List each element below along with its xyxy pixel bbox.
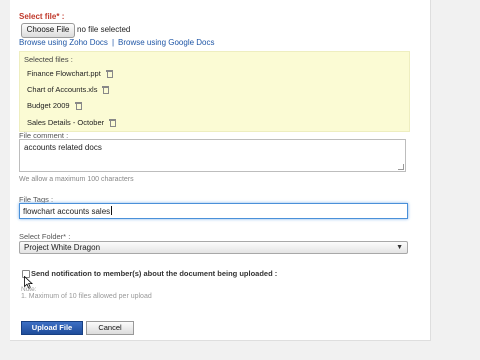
note-label: Note: (21, 286, 37, 293)
file-name: Sales Details - October (27, 118, 105, 127)
selected-file-item: Finance Flowchart.ppt (27, 69, 113, 78)
upload-file-button[interactable]: Upload File (21, 321, 83, 335)
trash-icon[interactable] (109, 119, 117, 127)
select-folder-label: Select Folder* : (19, 232, 71, 241)
link-separator: | (111, 38, 115, 47)
file-tags-input[interactable]: flowchart accounts sales (19, 203, 408, 219)
selected-file-item: Chart of Accounts.xls (27, 85, 110, 94)
browse-google-docs-link[interactable]: Browse using Google Docs (118, 38, 215, 47)
trash-icon[interactable] (105, 70, 113, 78)
no-file-selected-text: no file selected (77, 25, 131, 34)
trash-icon[interactable] (74, 102, 82, 110)
resize-handle-icon[interactable] (398, 164, 404, 170)
browse-links: Browse using Zoho Docs | Browse using Goog… (19, 38, 215, 47)
file-comment-value: accounts related docs (24, 143, 102, 152)
selected-file-item: Sales Details - October (27, 118, 117, 127)
notify-label: Send notification to member(s) about the… (31, 269, 278, 278)
browse-zoho-docs-link[interactable]: Browse using Zoho Docs (19, 38, 108, 47)
selected-files-box: Selected files : Finance Flowchart.ppt C… (19, 51, 410, 132)
text-caret (111, 206, 113, 215)
selected-file-item: Budget 2009 (27, 101, 82, 110)
file-name: Budget 2009 (27, 101, 70, 110)
file-comment-textarea[interactable]: accounts related docs (19, 139, 406, 172)
trash-icon[interactable] (102, 86, 110, 94)
cancel-button[interactable]: Cancel (86, 321, 134, 335)
selected-files-title: Selected files : (24, 55, 73, 64)
folder-select-value: Project White Dragon (24, 243, 101, 252)
comment-hint: We allow a maximum 100 characters (19, 176, 134, 183)
file-tags-value: flowchart accounts sales (23, 207, 111, 216)
note-text: 1. Maximum of 10 files allowed per uploa… (21, 293, 152, 300)
select-file-label: Select file* : (19, 12, 65, 21)
dropdown-arrow-icon: ▼ (396, 244, 403, 251)
folder-select[interactable]: Project White Dragon ▼ (19, 241, 408, 254)
file-name: Chart of Accounts.xls (27, 85, 98, 94)
choose-file-button[interactable]: Choose File (21, 23, 75, 38)
file-name: Finance Flowchart.ppt (27, 69, 101, 78)
